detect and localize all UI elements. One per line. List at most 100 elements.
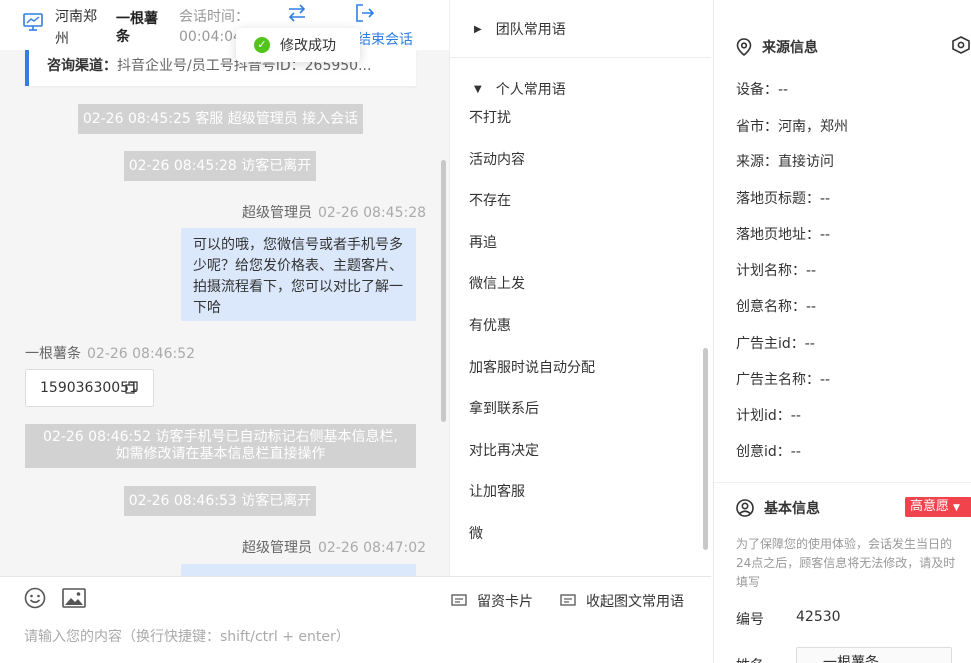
- info-field: 设备：--: [736, 79, 788, 99]
- success-toast: ✓ 修改成功: [236, 28, 360, 62]
- check-circle-icon: ✓: [254, 37, 270, 53]
- sender-time: 02-26 08:45:28: [318, 205, 427, 221]
- eye-icon[interactable]: [951, 36, 971, 54]
- info-field: 计划名称：--: [736, 260, 816, 280]
- phrase-item[interactable]: 对比再决定: [469, 440, 539, 460]
- field-label: 设备：: [736, 82, 778, 98]
- system-message-line: 如需修改请在基本信息栏直接操作: [115, 446, 326, 462]
- phrase-item[interactable]: 微信上发: [469, 273, 525, 293]
- sender-name: 超级管理员: [242, 205, 312, 221]
- section-label: 来源信息: [762, 40, 818, 56]
- sender-name: 超级管理员: [242, 540, 312, 556]
- channel-label: 咨询渠道：: [47, 58, 117, 74]
- group-label: 团队常用语: [495, 22, 566, 38]
- sender-time: 02-26 08:46:52: [87, 346, 196, 362]
- field-value: --: [820, 191, 831, 207]
- phrases-panel: ▶ 团队常用语 ▼ 个人常用语 不打扰 活动内容 不存在 再追 微信上发 有优惠…: [449, 0, 711, 576]
- name-field[interactable]: 一根薯条: [796, 647, 952, 663]
- field-value: --: [778, 82, 789, 98]
- session-time-label: 会话时间：: [179, 9, 249, 25]
- field-label: 计划id：: [736, 408, 791, 424]
- system-message-line: 02-26 08:46:52 访客手机号已自动标记右侧基本信息栏,: [43, 429, 398, 445]
- phrase-item[interactable]: 微: [469, 523, 483, 543]
- info-field: 来源：直接访问: [736, 151, 834, 171]
- field-value: --: [806, 263, 817, 279]
- personal-phrases-group[interactable]: ▼ 个人常用语: [474, 79, 566, 99]
- field-label: 广告主名称：: [736, 372, 820, 388]
- lead-card-button[interactable]: 留资卡片: [451, 591, 533, 611]
- chat-panel: 河南郑州 一根薯条 会话时间： 00:04:04 结束会话 ✓ 修改成功 咨询渠…: [0, 0, 449, 663]
- phrase-item[interactable]: 不打扰: [469, 107, 511, 127]
- monitor-icon: [23, 13, 43, 31]
- caret-right-icon: ▶: [474, 23, 482, 35]
- image-icon[interactable]: [62, 587, 86, 609]
- section-label: 基本信息: [764, 501, 820, 517]
- system-message: 02-26 08:46:53 访客已离开: [124, 486, 316, 516]
- field-label: 省市：: [736, 119, 778, 135]
- divider: [714, 482, 971, 483]
- chat-scrollbar[interactable]: [441, 160, 446, 422]
- user-circle-icon: [736, 499, 754, 517]
- team-phrases-group[interactable]: ▶ 团队常用语: [474, 19, 566, 39]
- phrase-item[interactable]: 让加客服: [469, 481, 525, 501]
- visitor-name: 一根薯条: [116, 11, 158, 45]
- field-label: 来源：: [736, 154, 778, 170]
- field-value: 河南，郑州: [778, 119, 848, 135]
- system-message: 02-26 08:45:28 访客已离开: [124, 151, 316, 181]
- chat-header: 河南郑州 一根薯条 会话时间： 00:04:04 结束会话: [0, 0, 449, 50]
- visitor-sender: 一根薯条 02-26 08:46:52: [25, 343, 195, 363]
- session-time: 00:04:04: [179, 29, 242, 45]
- phrase-item[interactable]: 拿到联系后: [469, 398, 539, 418]
- phrase-item[interactable]: 有优惠: [469, 315, 511, 335]
- info-field: 落地页标题：--: [736, 188, 830, 208]
- caret-down-icon: ▼: [953, 503, 960, 513]
- field-value: 直接访问: [778, 154, 834, 170]
- emoji-icon[interactable]: [24, 587, 46, 609]
- info-panel: 来源信息 设备：-- 省市：河南，郑州 来源：直接访问 落地页标题：-- 落地页…: [713, 0, 971, 663]
- info-field: 省市：河南，郑州: [736, 116, 848, 136]
- field-label: 计划名称：: [736, 263, 806, 279]
- info-field: 落地页地址：--: [736, 224, 830, 244]
- field-value: --: [820, 227, 831, 243]
- field-value: --: [804, 336, 815, 352]
- number-value: 42530: [796, 609, 841, 625]
- field-label: 创意id：: [736, 444, 791, 460]
- group-label: 个人常用语: [495, 82, 566, 98]
- info-field: 创意名称：--: [736, 296, 816, 316]
- transfer-icon[interactable]: [286, 4, 308, 22]
- field-value: --: [790, 444, 801, 460]
- agent-message-bubble: 可以的哦，您微信号或者手机号多少呢？给您发价格表、主题客片、拍摄流程看下，您可以…: [181, 228, 416, 321]
- agent-sender: 超级管理员 02-26 08:47:02: [242, 537, 426, 557]
- location-icon: [736, 38, 752, 56]
- phrase-item[interactable]: 活动内容: [469, 149, 525, 169]
- card-icon: [451, 594, 467, 606]
- info-field: 广告主名称：--: [736, 369, 830, 389]
- field-value: --: [806, 299, 817, 315]
- intent-badge-dropdown[interactable]: 高意愿 ▼: [905, 497, 971, 517]
- lead-card-label: 留资卡片: [477, 594, 533, 610]
- sender-name: 一根薯条: [25, 346, 81, 362]
- logout-icon[interactable]: [355, 4, 375, 22]
- message-icon: [560, 594, 576, 606]
- copy-icon[interactable]: [125, 381, 138, 394]
- info-field: 计划id：--: [736, 405, 801, 425]
- collapse-phrases-button[interactable]: 收起图文常用语: [560, 591, 684, 611]
- field-value: --: [790, 408, 801, 424]
- end-session-button[interactable]: 结束会话: [357, 29, 413, 49]
- visitor-location: 河南郑州: [55, 9, 97, 47]
- edit-notice: 为了保障您的使用体验，会话发生当日的24点之后，顾客信息将无法修改，请及时填写: [736, 537, 956, 589]
- message-composer: 留资卡片 收起图文常用语: [0, 576, 711, 663]
- source-info-title: 来源信息: [736, 37, 818, 57]
- phrases-scrollbar[interactable]: [703, 348, 708, 550]
- info-field: 广告主id：--: [736, 333, 815, 353]
- message-input[interactable]: [24, 629, 684, 645]
- toast-message: 修改成功: [280, 38, 336, 54]
- phrase-item[interactable]: 再追: [469, 232, 497, 252]
- phrase-item[interactable]: 加客服时说自动分配: [469, 357, 595, 377]
- sender-time: 02-26 08:47:02: [318, 540, 427, 556]
- name-label: 姓名: [736, 655, 764, 663]
- field-label: 落地页地址：: [736, 227, 820, 243]
- phrase-item[interactable]: 不存在: [469, 190, 511, 210]
- agent-sender: 超级管理员 02-26 08:45:28: [242, 202, 426, 222]
- info-field: 创意id：--: [736, 441, 801, 461]
